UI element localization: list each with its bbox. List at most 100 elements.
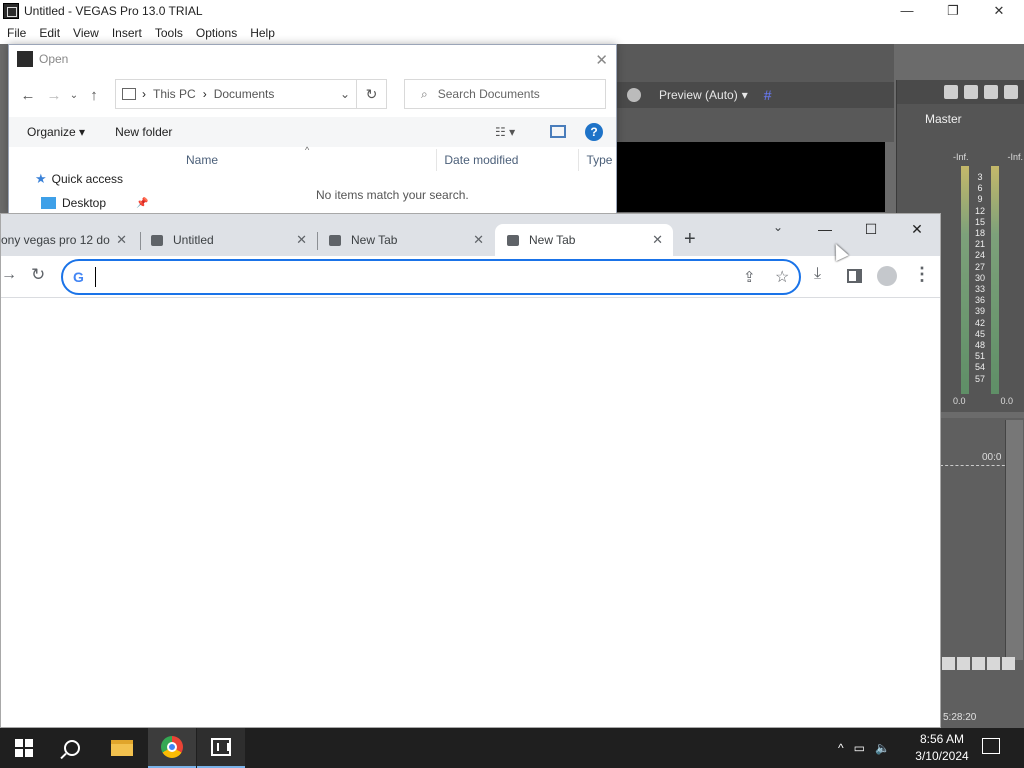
meter-scale-tick: 39: [974, 306, 985, 317]
zoom-tool-icon[interactable]: [1002, 657, 1015, 670]
bookmark-star-icon[interactable]: ☆: [775, 267, 789, 287]
nav-desktop-label: Desktop: [62, 196, 107, 210]
pin-icon: 📌: [136, 197, 149, 209]
menu-help[interactable]: Help: [243, 26, 281, 40]
up-arrow-icon[interactable]: ↑: [81, 87, 107, 104]
menu-file[interactable]: File: [0, 26, 32, 40]
network-icon[interactable]: ▭: [854, 741, 865, 755]
tab-search-chevron-icon[interactable]: ⌄: [773, 220, 783, 234]
chrome-close-button[interactable]: ✕: [894, 216, 940, 242]
menu-insert[interactable]: Insert: [105, 26, 148, 40]
meter-scale-tick: 51: [974, 351, 985, 362]
preview-quality-icon[interactable]: [627, 88, 641, 102]
chrome-minimize-button[interactable]: —: [802, 216, 848, 242]
forward-arrow-icon[interactable]: →: [41, 87, 67, 104]
show-hidden-icons-chevron-icon[interactable]: ^: [838, 741, 844, 755]
taskbar-chrome[interactable]: [148, 728, 196, 768]
open-dialog-close-button[interactable]: ✕: [595, 51, 608, 69]
reload-icon[interactable]: ↻: [31, 265, 45, 285]
mixer-window-icon[interactable]: [1004, 85, 1018, 99]
nav-quick-access[interactable]: ★ Quick access: [35, 167, 148, 191]
download-icon[interactable]: ⤓: [814, 265, 821, 283]
vegas-maximize-button[interactable]: ❐: [930, 0, 976, 22]
menu-options[interactable]: Options: [189, 26, 243, 40]
nav-desktop[interactable]: Desktop 📌: [35, 191, 149, 213]
vegas-titlebar[interactable]: Untitled - VEGAS Pro 13.0 TRIAL — ❐ ✕: [0, 0, 1024, 22]
search-placeholder: Search Documents: [437, 87, 540, 101]
tab-close-icon[interactable]: ✕: [296, 232, 307, 248]
next-frame-icon[interactable]: [957, 657, 970, 670]
tab-close-icon[interactable]: ✕: [116, 232, 127, 248]
dim-icon[interactable]: [984, 85, 998, 99]
recent-locations-chevron-icon[interactable]: ⌄: [67, 90, 81, 101]
breadcrumb-documents[interactable]: Documents: [214, 87, 275, 101]
menu-view[interactable]: View: [66, 26, 105, 40]
tab-close-icon[interactable]: ✕: [473, 232, 484, 248]
chrome-tab-strip[interactable]: ony vegas pro 12 do ✕ Untitled ✕ New Tab…: [1, 214, 940, 256]
meter-scale-tick: 9: [977, 194, 983, 205]
meter-scale-tick: 12: [974, 205, 985, 216]
omnibox[interactable]: G ⇪ ☆: [61, 259, 801, 295]
start-button[interactable]: [0, 728, 48, 768]
preview-mode-chevron-icon[interactable]: ▾: [742, 88, 748, 102]
tab-sony-vegas-search[interactable]: ony vegas pro 12 do ✕: [1, 224, 137, 256]
refresh-icon[interactable]: ↻: [357, 79, 387, 109]
play-icon[interactable]: [942, 657, 955, 670]
address-bar[interactable]: › This PC › Documents ⌄: [115, 79, 357, 109]
overlay-grid-icon[interactable]: #: [764, 87, 772, 103]
taskbar-search-button[interactable]: [48, 728, 96, 768]
volume-muted-icon[interactable]: 🔈: [875, 741, 890, 755]
omnibox-input[interactable]: [95, 267, 695, 287]
menu-edit[interactable]: Edit: [32, 26, 66, 40]
column-name[interactable]: Name: [179, 149, 438, 171]
tab-close-icon[interactable]: ✕: [652, 232, 663, 248]
zoom-in-icon[interactable]: [972, 657, 985, 670]
taskbar-vegas-pro[interactable]: [197, 728, 245, 768]
vegas-close-button[interactable]: ✕: [976, 0, 1022, 22]
column-date-modified[interactable]: Date modified: [437, 149, 580, 171]
address-dropdown-chevron-icon[interactable]: ⌄: [340, 87, 350, 101]
breadcrumb-chevron-icon[interactable]: ›: [142, 87, 146, 101]
zoom-out-icon[interactable]: [987, 657, 1000, 670]
organize-button[interactable]: Organize ▾: [27, 125, 85, 139]
tab-new-tab-1[interactable]: New Tab ✕: [318, 224, 494, 256]
preview-pane-icon[interactable]: [550, 125, 566, 138]
taskbar-file-explorer[interactable]: [98, 728, 146, 768]
back-arrow-icon[interactable]: ←: [15, 87, 41, 104]
profile-avatar-icon[interactable]: [877, 266, 897, 286]
vegas-minimize-button[interactable]: —: [884, 0, 930, 22]
windows-taskbar: ^ ▭ 🔈 8:56 AM 3/10/2024: [0, 728, 1024, 768]
taskbar-clock[interactable]: 8:56 AM 3/10/2024: [910, 731, 974, 765]
new-folder-button[interactable]: New folder: [115, 125, 172, 139]
new-tab-plus-icon[interactable]: +: [684, 228, 696, 251]
desktop-icon: [41, 197, 56, 209]
notification-center-icon[interactable]: [982, 738, 1000, 754]
preview-mode-dropdown[interactable]: Preview (Auto): [659, 88, 738, 102]
meter-fader-left: 0.0: [953, 396, 966, 406]
timeline-vertical-scrollbar[interactable]: [1005, 420, 1023, 660]
help-icon[interactable]: ?: [585, 123, 603, 141]
share-icon[interactable]: ⇪: [743, 268, 756, 286]
meter-peak-right: -Inf.: [1007, 152, 1023, 162]
meter-right: [991, 166, 999, 394]
star-icon: ★: [35, 171, 47, 186]
forward-arrow-icon[interactable]: →: [1, 266, 17, 284]
column-type[interactable]: Type: [579, 149, 616, 171]
mixer-icon[interactable]: [944, 85, 958, 99]
chrome-maximize-button[interactable]: ☐: [848, 216, 894, 242]
timeline-time-readout: 5:28:20: [943, 712, 977, 723]
side-panel-icon[interactable]: [847, 269, 862, 283]
tab-new-tab-active[interactable]: New Tab ✕: [495, 224, 673, 256]
breadcrumb-chevron-icon[interactable]: ›: [203, 87, 207, 101]
nav-quick-access-label: Quick access: [51, 172, 124, 186]
meter-scale-tick: 21: [974, 239, 985, 250]
downmix-icon[interactable]: [964, 85, 978, 99]
search-documents-input[interactable]: ⌕ Search Documents: [404, 79, 606, 109]
open-dialog-titlebar[interactable]: Open: [9, 45, 616, 73]
tab-untitled[interactable]: Untitled ✕: [141, 224, 317, 256]
kebab-menu-icon[interactable]: ⋮: [913, 264, 931, 285]
breadcrumb-this-pc[interactable]: This PC: [153, 87, 196, 101]
menu-tools[interactable]: Tools: [148, 26, 189, 40]
chrome-icon: [161, 736, 183, 758]
change-view-icon[interactable]: ☷ ▾: [495, 125, 515, 139]
